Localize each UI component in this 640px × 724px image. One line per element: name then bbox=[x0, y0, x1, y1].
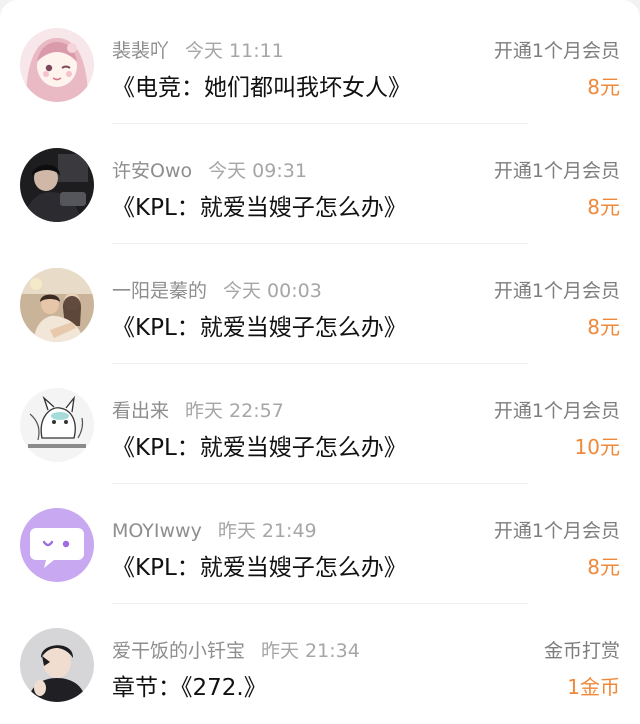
avatar[interactable] bbox=[20, 388, 94, 462]
timestamp: 昨天 21:34 bbox=[261, 640, 360, 662]
anime-girl-icon bbox=[20, 28, 94, 102]
book-title[interactable]: 《KPL：就爱当嫂子怎么办》 bbox=[112, 428, 407, 462]
list-item[interactable]: 一阳是蓁的 今天 00:03 《KPL：就爱当嫂子怎么办》 开通1个月会员 8元 bbox=[0, 244, 640, 364]
amount-label: 8元 bbox=[587, 75, 620, 99]
list-item[interactable]: MOYIwwy 昨天 21:49 《KPL：就爱当嫂子怎么办》 开通1个月会员 8… bbox=[0, 484, 640, 604]
name-line: 爱干饭的小钎宝 昨天 21:34 bbox=[112, 636, 360, 663]
book-title[interactable]: 《KPL：就爱当嫂子怎么办》 bbox=[112, 308, 407, 342]
action-label: 开通1个月会员 bbox=[493, 520, 620, 542]
username[interactable]: 许安Owo bbox=[112, 160, 192, 182]
young-man-photo-icon bbox=[20, 628, 94, 702]
amount-label: 10元 bbox=[574, 435, 620, 459]
action-label: 开通1个月会员 bbox=[493, 280, 620, 302]
avatar[interactable] bbox=[20, 28, 94, 102]
name-line: 许安Owo 今天 09:31 bbox=[112, 156, 307, 183]
avatar[interactable] bbox=[20, 268, 94, 342]
book-title[interactable]: 《KPL：就爱当嫂子怎么办》 bbox=[112, 548, 407, 582]
action-label: 开通1个月会员 bbox=[493, 160, 620, 182]
couple-photo-icon bbox=[20, 268, 94, 342]
list-item[interactable]: 爱干饭的小钎宝 昨天 21:34 章节：《272.》 金币打赏 1金币 bbox=[0, 604, 640, 724]
timestamp: 今天 11:11 bbox=[185, 40, 284, 62]
username[interactable]: 裴裴吖 bbox=[112, 40, 169, 62]
reward-record-list: 裴裴吖 今天 11:11 《电竞：她们都叫我坏女人》 开通1个月会员 8元 许安O… bbox=[0, 0, 640, 724]
timestamp: 昨天 21:49 bbox=[217, 520, 317, 542]
username[interactable]: MOYIwwy bbox=[112, 520, 202, 542]
timestamp: 今天 00:03 bbox=[223, 280, 322, 302]
avatar[interactable] bbox=[20, 628, 94, 702]
action-label: 金币打赏 bbox=[543, 640, 620, 662]
username[interactable]: 爱干饭的小钎宝 bbox=[112, 640, 245, 662]
username[interactable]: 一阳是蓁的 bbox=[112, 280, 207, 302]
amount-label: 8元 bbox=[587, 315, 620, 339]
amount-label: 8元 bbox=[587, 555, 620, 579]
dark-photo-icon bbox=[20, 148, 94, 222]
name-line: 裴裴吖 今天 11:11 bbox=[112, 36, 284, 63]
action-label: 开通1个月会员 bbox=[493, 400, 620, 422]
name-line: 看出来 昨天 22:57 bbox=[112, 396, 284, 423]
chapter-title[interactable]: 章节：《272.》 bbox=[112, 668, 267, 702]
name-line: MOYIwwy 昨天 21:49 bbox=[112, 516, 317, 543]
book-title[interactable]: 《电竞：她们都叫我坏女人》 bbox=[112, 68, 411, 102]
avatar[interactable] bbox=[20, 508, 94, 582]
timestamp: 今天 09:31 bbox=[208, 160, 307, 182]
list-item[interactable]: 裴裴吖 今天 11:11 《电竞：她们都叫我坏女人》 开通1个月会员 8元 bbox=[0, 4, 640, 124]
book-title[interactable]: 《KPL：就爱当嫂子怎么办》 bbox=[112, 188, 407, 222]
username[interactable]: 看出来 bbox=[112, 400, 169, 422]
sketch-cat-icon bbox=[20, 388, 94, 462]
timestamp: 昨天 22:57 bbox=[185, 400, 284, 422]
amount-label: 8元 bbox=[587, 195, 620, 219]
name-line: 一阳是蓁的 今天 00:03 bbox=[112, 276, 322, 303]
amount-label: 1金币 bbox=[567, 675, 620, 699]
purple-chat-bubble-icon bbox=[20, 508, 94, 582]
avatar[interactable] bbox=[20, 148, 94, 222]
list-item[interactable]: 许安Owo 今天 09:31 《KPL：就爱当嫂子怎么办》 开通1个月会员 8元 bbox=[0, 124, 640, 244]
list-item[interactable]: 看出来 昨天 22:57 《KPL：就爱当嫂子怎么办》 开通1个月会员 10元 bbox=[0, 364, 640, 484]
action-label: 开通1个月会员 bbox=[493, 40, 620, 62]
